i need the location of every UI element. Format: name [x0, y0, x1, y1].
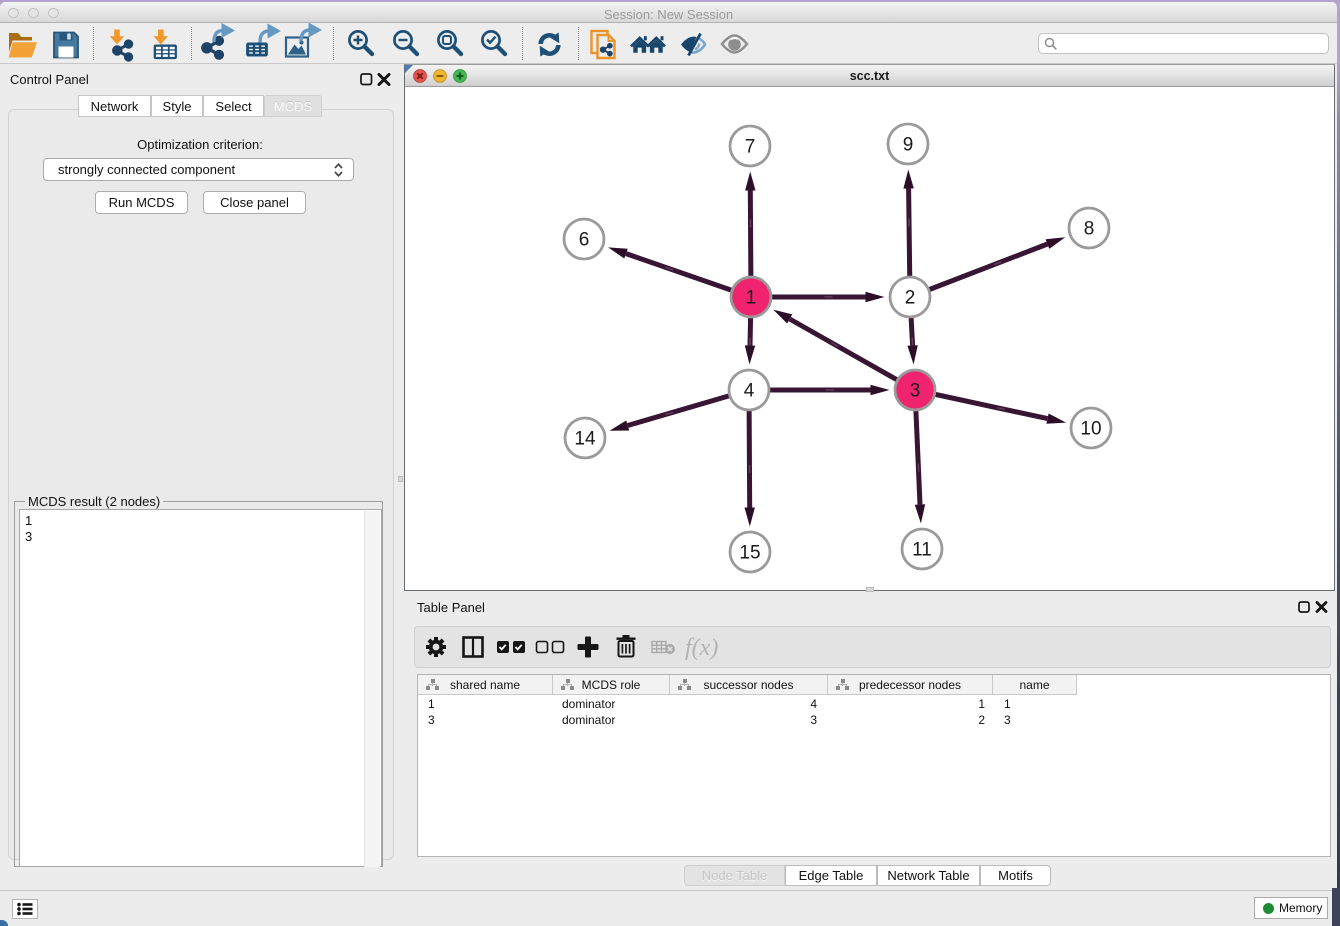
svg-text:11: 11 — [912, 540, 932, 561]
svg-text:15: 15 — [739, 543, 760, 564]
svg-text:8: 8 — [1084, 219, 1095, 240]
svg-text:14: 14 — [574, 429, 596, 450]
svg-text:f(x): f(x) — [685, 635, 718, 661]
svg-text:10: 10 — [1080, 419, 1101, 440]
svg-text:6: 6 — [579, 230, 590, 251]
svg-text:4: 4 — [744, 381, 755, 402]
svg-text:2: 2 — [905, 288, 916, 309]
svg-text:7: 7 — [745, 137, 756, 158]
svg-text:9: 9 — [903, 135, 914, 156]
svg-text:3: 3 — [910, 381, 921, 402]
svg-text:1: 1 — [746, 288, 757, 309]
